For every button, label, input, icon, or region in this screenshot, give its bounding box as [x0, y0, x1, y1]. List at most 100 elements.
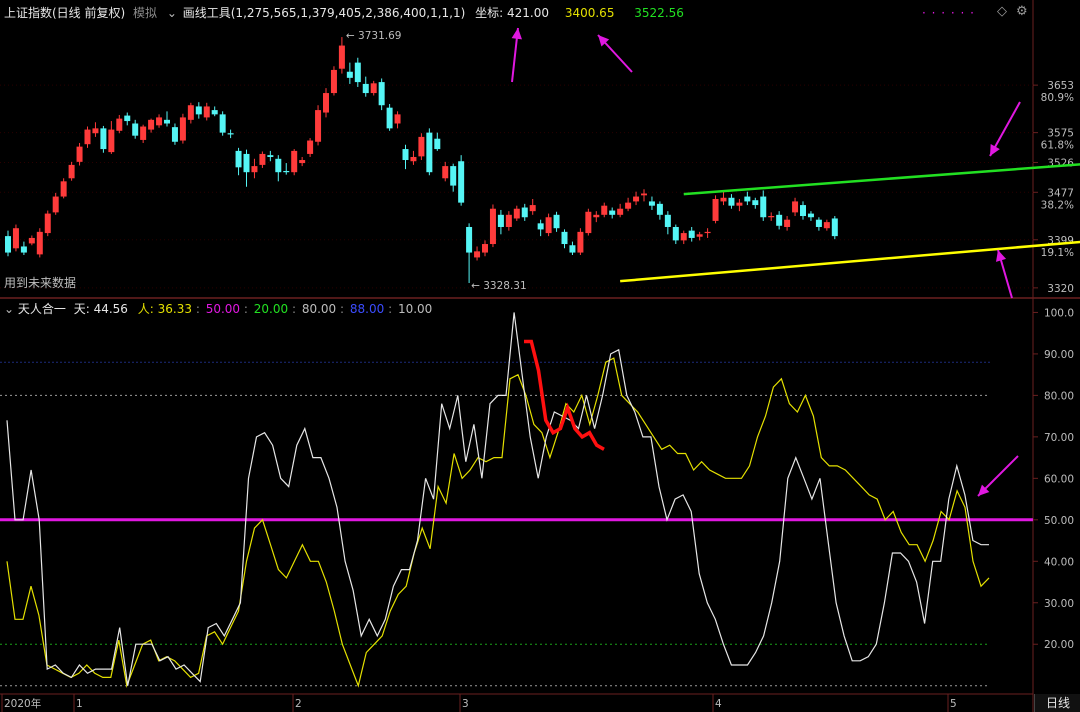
candle-body	[28, 237, 35, 244]
candle-body	[100, 128, 107, 150]
candle-body	[720, 197, 727, 202]
candle-body	[601, 205, 608, 215]
candle-body	[442, 166, 449, 179]
candle-body	[68, 164, 75, 179]
candle-body	[426, 132, 433, 173]
candle-body	[235, 150, 242, 168]
candle-body	[108, 129, 115, 153]
candle-body	[497, 214, 504, 227]
candle-body	[84, 129, 91, 145]
time-axis-label: 5	[950, 698, 957, 710]
candle-body	[561, 231, 568, 245]
candle-body	[593, 214, 600, 218]
candle-body	[156, 117, 163, 126]
candle-body	[736, 202, 743, 206]
draw-tool-label: 画线工具(1,275,565,1,379,405,2,386,400,1,1,1…	[182, 6, 466, 20]
low-annotation: ← 3328.31	[471, 280, 527, 292]
candle-body	[140, 126, 147, 140]
time-axis-label: 1	[76, 698, 83, 710]
candle-body	[394, 114, 401, 124]
dots-indicator: · · · · · ·	[922, 6, 975, 20]
tool-chevron-icon[interactable]: ⌄	[167, 6, 177, 20]
indicator-tick-label: 100.0	[1044, 307, 1074, 319]
future-data-label: 用到未来数据	[4, 276, 77, 290]
high-annotation: ← 3731.69	[346, 30, 402, 42]
candle-body	[680, 233, 687, 241]
candle-body	[243, 153, 250, 173]
candle-body	[553, 214, 560, 229]
level-88-label: 88.00	[349, 302, 385, 316]
candle-body	[259, 153, 266, 165]
candle-body	[784, 219, 791, 227]
candle-body	[728, 197, 735, 206]
candle-body	[569, 245, 576, 253]
candle-body	[171, 127, 178, 142]
candle-body	[362, 83, 369, 94]
candle-body	[60, 181, 67, 197]
candle-body	[418, 136, 425, 157]
price-tick-fib: 19.1%	[1041, 247, 1074, 259]
price-tick-fib: 38.2%	[1041, 199, 1074, 211]
candle-body	[76, 146, 83, 162]
mode-label[interactable]: 模拟	[133, 6, 157, 20]
period-button[interactable]: 日线	[1034, 694, 1080, 712]
diamond-icon[interactable]: ◇	[997, 5, 1007, 19]
indicator-tick-label: 60.00	[1044, 473, 1074, 485]
candle-body	[386, 107, 393, 129]
candle-body	[585, 211, 592, 234]
candle-body	[323, 93, 329, 113]
candle-body	[346, 71, 353, 78]
indicator-tick-label: 40.00	[1044, 556, 1074, 568]
candle-body	[529, 205, 536, 212]
candle-body	[609, 210, 616, 215]
candle-body	[521, 207, 528, 218]
candle-body	[792, 201, 799, 213]
candle-body	[752, 200, 759, 206]
candle-body	[474, 251, 481, 258]
candle-body	[696, 234, 703, 237]
candle-body	[505, 214, 512, 227]
price-panel-header: 上证指数(日线 前复权) 模拟 ⌄ 画线工具(1,275,565,1,379,4…	[4, 6, 684, 20]
candle-body	[283, 170, 290, 173]
indicator-tick-label: 90.00	[1044, 349, 1074, 361]
candle-body	[482, 244, 488, 253]
candle-body	[648, 201, 655, 206]
level-20-label: 20.00	[253, 302, 289, 316]
gear-icon[interactable]: ⚙	[1016, 5, 1028, 19]
candle-body	[203, 106, 210, 118]
candle-body	[823, 222, 830, 229]
indicator-chevron-icon[interactable]: ⌄	[4, 302, 14, 316]
candle-body	[195, 106, 202, 115]
candle-body	[370, 83, 377, 94]
coordinate-label: 坐标: 421.00	[475, 6, 549, 20]
candle-body	[672, 226, 679, 241]
indicator-name: 天人合一	[17, 302, 66, 316]
candle-body	[307, 140, 314, 154]
candle-body	[712, 198, 719, 221]
time-axis-label: 2	[295, 698, 302, 710]
level-10-label: 10.00	[397, 302, 433, 316]
candle-body	[36, 231, 43, 255]
channel-upper-line	[683, 163, 1080, 196]
candle-body	[800, 205, 806, 217]
candle-body	[625, 202, 632, 209]
candle-body	[688, 230, 695, 238]
candle-body	[537, 223, 544, 230]
candle-body	[466, 226, 473, 253]
candle-body	[354, 62, 361, 83]
candle-body	[227, 133, 234, 135]
price-tick-label: 3575	[1047, 128, 1074, 140]
candle-body	[760, 196, 767, 218]
candle-body	[633, 196, 640, 202]
candle-body	[402, 149, 409, 161]
ren-line	[6, 357, 990, 688]
candle-body	[768, 216, 775, 218]
candle-body	[148, 119, 155, 130]
candle-body	[187, 105, 194, 120]
candle-body	[299, 160, 306, 164]
candle-body	[704, 231, 711, 234]
indicator-tick-label: 70.00	[1044, 432, 1074, 444]
candle-body	[251, 166, 258, 173]
indicator-tick-label: 80.00	[1044, 390, 1074, 402]
candle-body	[315, 110, 322, 142]
